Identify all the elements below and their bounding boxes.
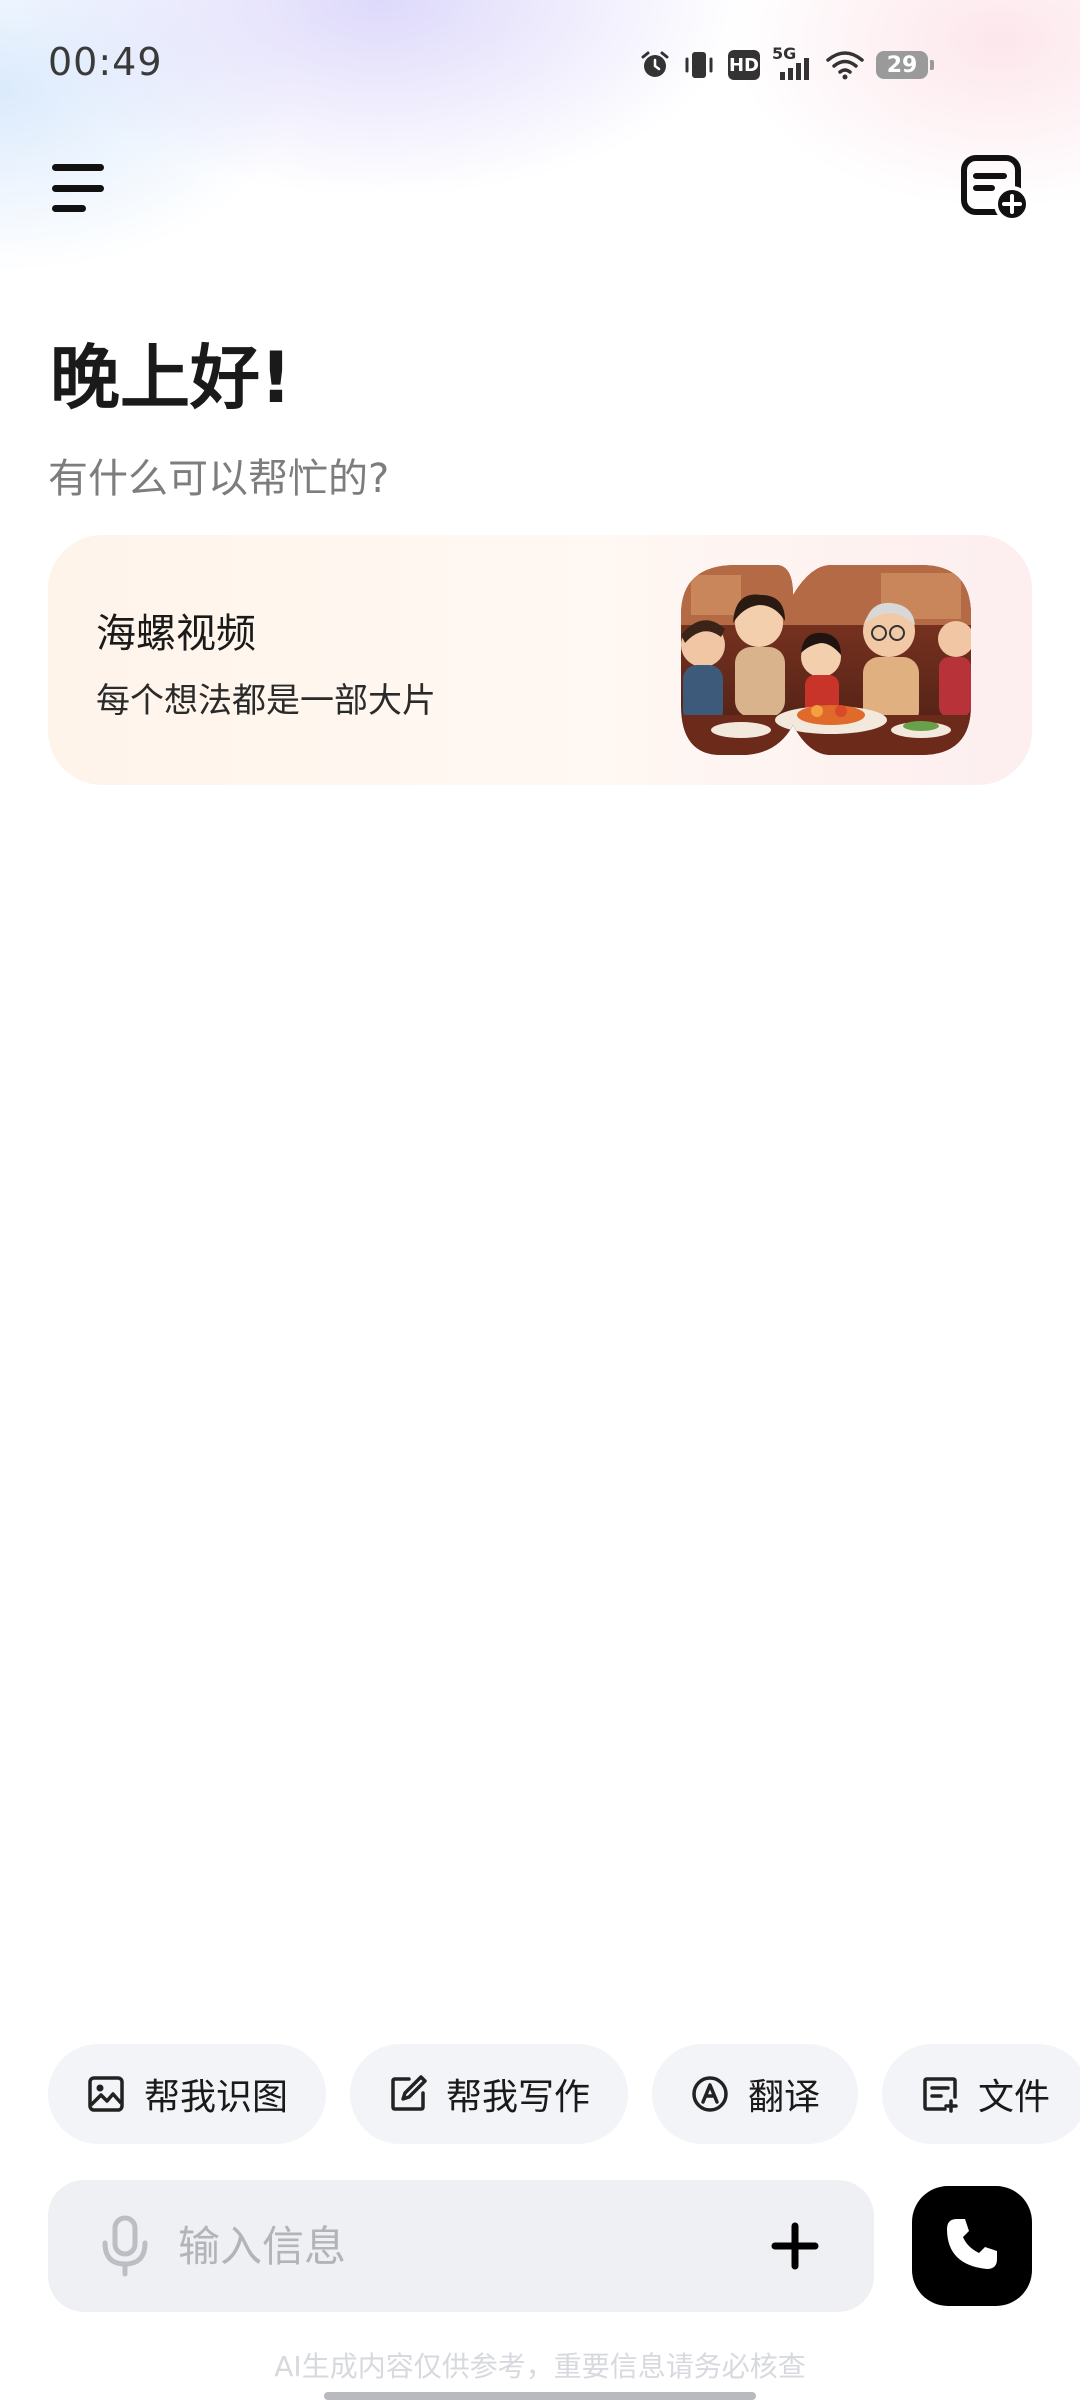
document-icon (920, 2074, 960, 2114)
wifi-icon (826, 50, 864, 80)
translate-icon (690, 2074, 730, 2114)
chip-label: 文件 (978, 2077, 1051, 2118)
menu-line (52, 184, 104, 192)
home-indicator[interactable] (324, 2392, 756, 2400)
image-icon (86, 2074, 126, 2114)
quick-action-chips: 帮我识图 帮我写作 翻译 文件 (48, 2044, 1080, 2144)
alarm-icon (640, 50, 670, 80)
microphone-icon[interactable] (90, 2211, 160, 2281)
message-input[interactable] (160, 2179, 760, 2313)
voice-call-button[interactable] (912, 2186, 1032, 2306)
chip-image-recognition[interactable]: 帮我识图 (48, 2044, 327, 2144)
promo-card[interactable]: 海螺视频 每个想法都是一部大片 (48, 535, 1032, 785)
status-time: 00:49 (48, 40, 163, 84)
menu-line (52, 164, 104, 171)
menu-line (52, 205, 86, 212)
signal-5g-icon: 5G (772, 44, 814, 82)
family-dinner-illustration (681, 565, 971, 755)
plus-icon[interactable] (760, 2211, 830, 2281)
network-label: 5G (772, 44, 797, 63)
promo-subtitle: 每个想法都是一部大片 (96, 681, 436, 721)
hamburger-menu-icon[interactable] (52, 160, 112, 216)
vibrate-icon (682, 48, 716, 82)
ai-disclaimer: AI生成内容仅供参考，重要信息请务必核查 (274, 2350, 806, 2383)
chip-document[interactable]: 文件 (882, 2044, 1080, 2144)
greeting-subtitle: 有什么可以帮忙的? (48, 456, 390, 502)
promo-title: 海螺视频 (96, 611, 256, 657)
edit-icon (388, 2074, 428, 2114)
new-chat-icon[interactable] (958, 152, 1030, 224)
message-input-bar (48, 2179, 874, 2313)
chip-translate[interactable]: 翻译 (652, 2044, 859, 2144)
battery-icon: 29 (876, 51, 934, 79)
chip-label: 帮我识图 (144, 2077, 289, 2118)
phone-icon (943, 2215, 1001, 2277)
chip-label: 帮我写作 (446, 2077, 591, 2118)
greeting-title: 晚上好! (50, 337, 292, 419)
chip-writing[interactable]: 帮我写作 (350, 2044, 629, 2144)
chip-label: 翻译 (748, 2077, 821, 2118)
status-icons: HD 5G 29 (640, 40, 934, 90)
hd-icon: HD (728, 50, 760, 80)
